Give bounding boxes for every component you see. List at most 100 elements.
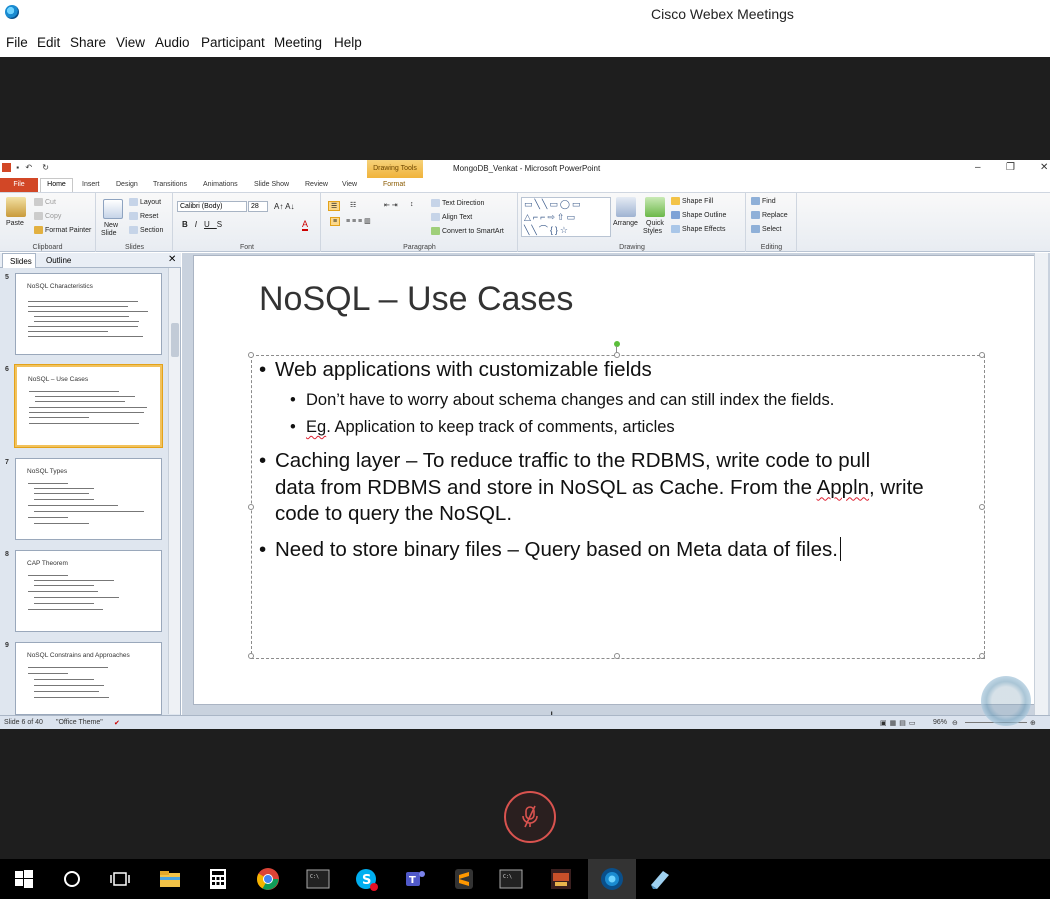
close-icon[interactable]: ✕	[1040, 162, 1048, 173]
content-placeholder[interactable]: • Web applications with customizable fiel…	[248, 352, 985, 723]
restore-icon[interactable]: ❐	[1006, 162, 1015, 173]
tab-transitions[interactable]: Transitions	[153, 181, 187, 188]
layout-button[interactable]: Layout	[129, 198, 161, 206]
menu-audio[interactable]: Audio	[155, 35, 190, 50]
notes-icon[interactable]	[648, 867, 672, 891]
menu-share[interactable]: Share	[70, 35, 106, 50]
undo-icon[interactable]: ↶	[25, 163, 32, 172]
search-icon[interactable]	[60, 867, 84, 891]
resize-handle[interactable]	[248, 352, 254, 358]
view-buttons[interactable]: ▣▦▤▭	[880, 719, 918, 727]
shape-fill-button[interactable]: Shape Fill	[671, 197, 713, 205]
tab-insert[interactable]: Insert	[82, 181, 100, 188]
copy-button[interactable]: Copy	[34, 212, 61, 220]
quick-access-toolbar[interactable]: ▪ ↶ ↻	[2, 163, 49, 173]
section-button[interactable]: Section	[129, 226, 163, 234]
slide-thumbnail[interactable]: NoSQL Characteristics	[15, 273, 162, 355]
reset-button[interactable]: Reset	[129, 212, 158, 220]
grow-font-icon[interactable]: A↑ A↓	[274, 202, 294, 211]
format-painter-button[interactable]: Format Painter	[34, 226, 91, 234]
thumbnails-scrollbar[interactable]	[168, 268, 180, 714]
teams-icon[interactable]: T	[403, 867, 427, 891]
file-explorer-icon[interactable]	[158, 867, 182, 891]
tab-animations[interactable]: Animations	[203, 181, 238, 188]
resize-handle[interactable]	[248, 653, 254, 659]
proofing-icon[interactable]: ✔	[114, 719, 120, 727]
line-spacing-icon[interactable]: ↕	[410, 201, 414, 208]
slide-thumbnail-selected[interactable]: NoSQL – Use Cases	[15, 365, 162, 447]
find-button[interactable]: Find	[751, 197, 776, 205]
skype-icon[interactable]: S	[354, 867, 378, 891]
quick-styles-button[interactable]: Quick	[646, 220, 664, 227]
paste-button[interactable]: Paste	[6, 220, 24, 227]
section-icon	[129, 226, 138, 234]
slide-thumbnail[interactable]: NoSQL Types	[15, 458, 162, 540]
zoom-out-icon[interactable]: ⊖	[952, 719, 958, 727]
tab-view[interactable]: View	[342, 181, 357, 188]
shape-outline-button[interactable]: Shape Outline	[671, 211, 726, 219]
chrome-icon[interactable]	[256, 867, 280, 891]
save-icon[interactable]: ▪	[16, 163, 19, 172]
font-style-buttons[interactable]: BIUS	[182, 220, 229, 229]
webex-taskbar-button[interactable]	[588, 859, 636, 899]
tab-home[interactable]: Home	[40, 178, 73, 192]
arrange-button[interactable]: Arrange	[613, 220, 638, 227]
powerpoint-window: ▪ ↶ ↻ Drawing Tools MongoDB_Venkat - Mic…	[0, 160, 1050, 729]
menu-file[interactable]: File	[6, 35, 28, 50]
shapes-gallery[interactable]: ▭╲╲▭◯▭ △⌐⌐⇨⇧▭ ╲╲⌒{}☆	[521, 197, 611, 237]
resize-handle[interactable]	[614, 653, 620, 659]
zoom-in-icon[interactable]: ⊕	[1030, 719, 1036, 727]
mute-button[interactable]	[504, 791, 556, 843]
terminal-icon[interactable]: C:\	[306, 867, 330, 891]
resize-handle[interactable]	[248, 504, 254, 510]
tab-slides[interactable]: Slides	[2, 253, 36, 268]
align-left-icon[interactable]: ≡	[330, 217, 341, 226]
task-view-icon[interactable]	[108, 867, 132, 891]
redo-icon[interactable]: ↻	[42, 163, 49, 172]
shape-effects-button[interactable]: Shape Effects	[671, 225, 725, 233]
font-color-icon[interactable]: A	[302, 219, 309, 231]
tab-format[interactable]: Format	[383, 181, 405, 188]
tab-file[interactable]: File	[0, 178, 38, 192]
menu-participant[interactable]: Participant	[201, 35, 265, 50]
replace-button[interactable]: Replace	[751, 211, 788, 219]
font-face-select[interactable]: Calibri (Body)	[177, 201, 247, 212]
indent-icons[interactable]: ⇤ ⇥	[384, 201, 398, 209]
new-slide-button[interactable]: New	[104, 222, 118, 229]
zoom-level[interactable]: 96%	[933, 719, 947, 726]
tab-slide-show[interactable]: Slide Show	[254, 181, 289, 188]
slide[interactable]: NoSQL – Use Cases • Web applications with…	[193, 255, 1041, 723]
slide-title[interactable]: NoSQL – Use Cases	[259, 280, 573, 319]
calculator-icon[interactable]	[206, 867, 230, 891]
windows-start-icon[interactable]	[12, 867, 36, 891]
rotation-handle[interactable]	[614, 341, 620, 347]
menu-meeting[interactable]: Meeting	[274, 35, 322, 50]
resize-handle[interactable]	[979, 352, 985, 358]
webex-title-bar: Cisco Webex Meetings	[0, 0, 1050, 30]
slide-thumbnail[interactable]: CAP Theorem	[15, 550, 162, 632]
slide-thumbnail[interactable]: NoSQL Constrains and Approaches	[15, 642, 162, 715]
tab-outline[interactable]: Outline	[46, 256, 71, 265]
resize-handle[interactable]	[979, 653, 985, 659]
tab-review[interactable]: Review	[305, 181, 328, 188]
font-size-select[interactable]: 28	[248, 201, 268, 212]
select-button[interactable]: Select	[751, 225, 781, 233]
minimize-icon[interactable]: –	[975, 162, 981, 173]
close-pane-icon[interactable]: ✕	[168, 254, 176, 265]
sublime-text-icon[interactable]	[452, 867, 476, 891]
menu-view[interactable]: View	[116, 35, 145, 50]
tab-design[interactable]: Design	[116, 181, 138, 188]
align-buttons[interactable]: ≡ ≡ ≡ ▥	[346, 217, 371, 225]
convert-smartart-button[interactable]: Convert to SmartArt	[431, 227, 504, 235]
slide-scrollbar[interactable]	[1034, 253, 1048, 715]
game-app-icon[interactable]	[549, 867, 573, 891]
webex-floating-orb[interactable]	[981, 676, 1031, 726]
cut-button[interactable]: Cut	[34, 198, 56, 206]
menu-edit[interactable]: Edit	[37, 35, 60, 50]
menu-help[interactable]: Help	[334, 35, 362, 50]
align-text-button[interactable]: Align Text	[431, 213, 472, 221]
text-direction-button[interactable]: Text Direction	[431, 199, 484, 207]
terminal-icon-2[interactable]: C:\	[499, 867, 523, 891]
bullets-icon[interactable]: ☰	[328, 201, 341, 211]
numbering-icon[interactable]: ☷	[350, 201, 356, 209]
